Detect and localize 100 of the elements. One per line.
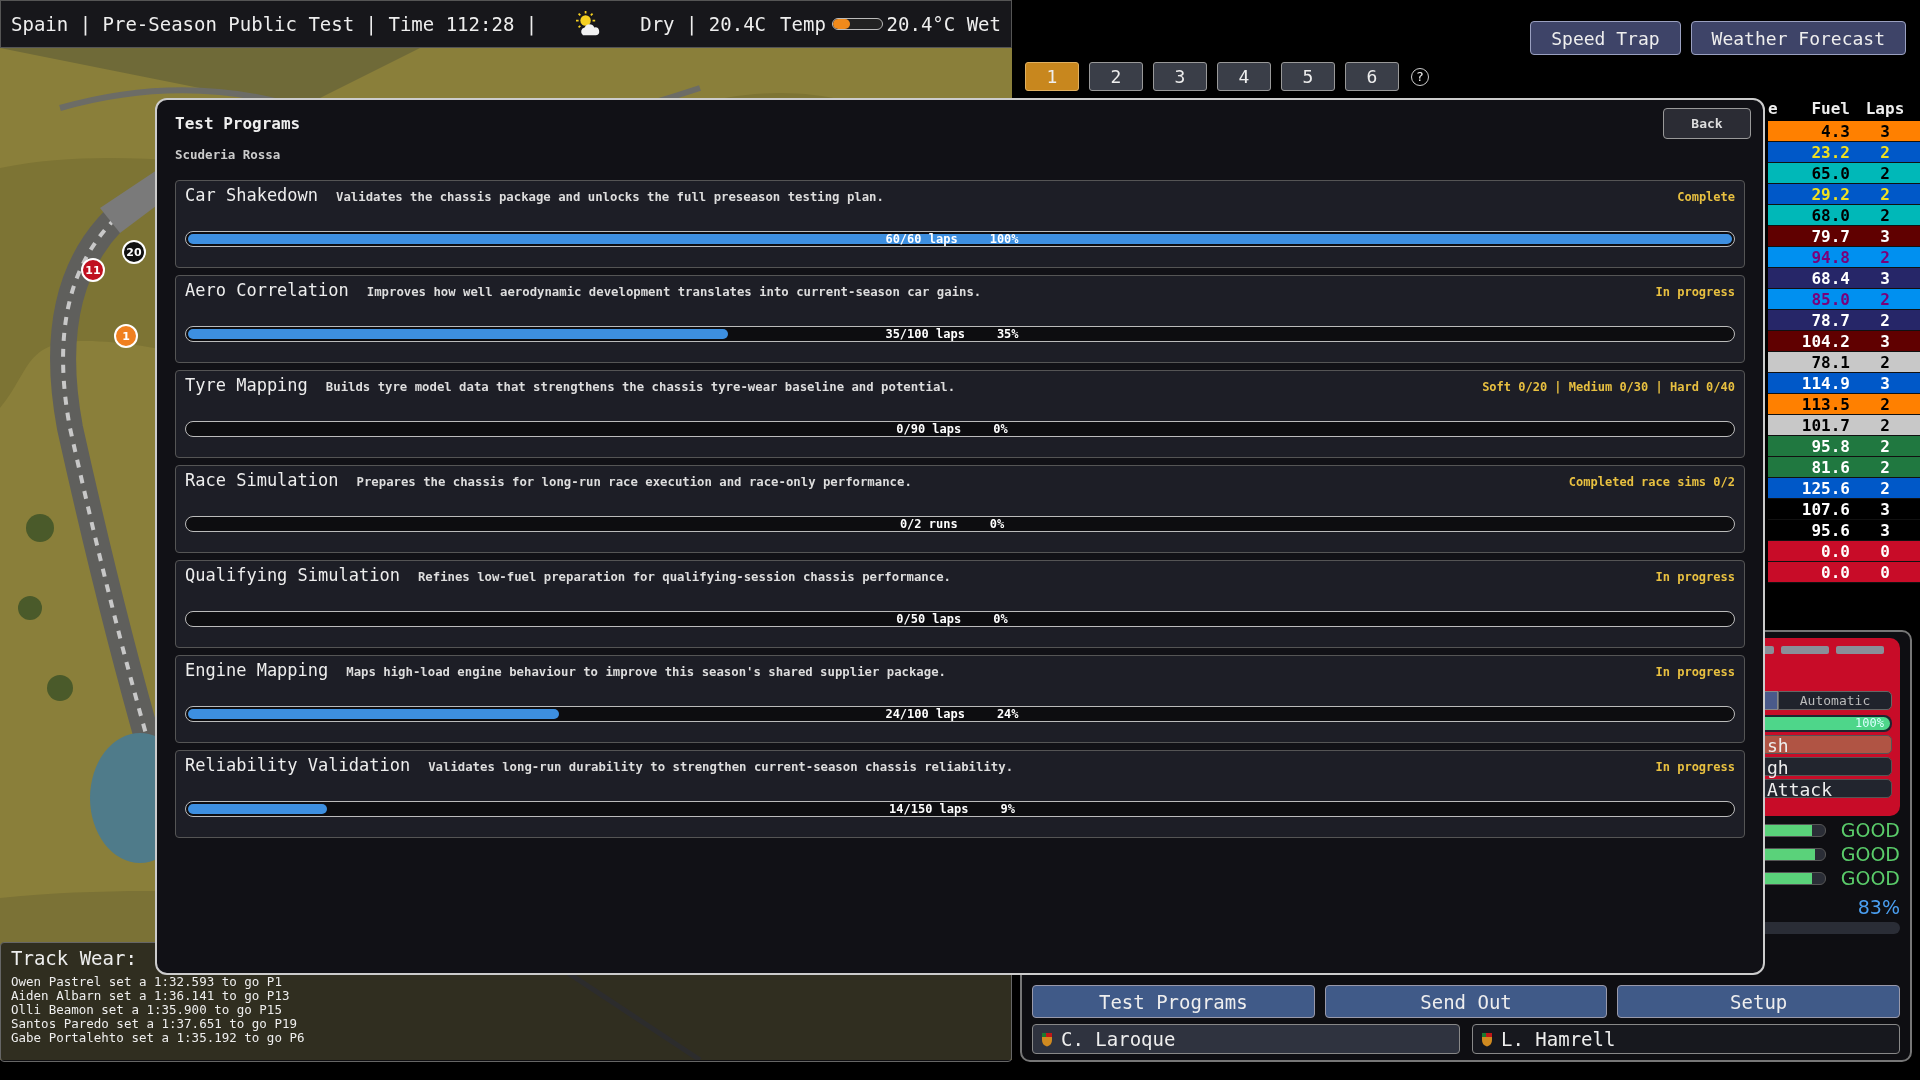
bar-reading: 100% [1855, 715, 1884, 732]
lap-log-line: Gabe Portalehto set a 1:35.192 to go P6 [11, 1031, 305, 1045]
progress-percent: 35% [996, 327, 1019, 341]
table-cell-text: 2 [1879, 436, 1891, 456]
session-info: Spain | Pre-Season Public Test | Time 112:28 | [11, 13, 538, 35]
table-cell-text: 125.6 [1800, 478, 1850, 498]
table-cell-text: 2 [1879, 394, 1891, 414]
table-cell-text: 107.6 [1800, 499, 1850, 519]
table-cell-text: 2 [1879, 247, 1891, 267]
table-cell-text: 3 [1879, 499, 1891, 519]
table-cell-text: 113.5 [1800, 394, 1850, 414]
lap-log-line: Owen Pastrel set a 1:32.593 to go P1 [11, 975, 282, 989]
tab[interactable]: 4 [1217, 62, 1271, 91]
table-cell-text: 79.7 [1810, 226, 1850, 246]
table-cell-text: 78.1 [1810, 352, 1850, 372]
table-cell-text: 78.7 [1810, 310, 1850, 330]
program-name: Engine Mapping [185, 660, 329, 680]
table-cell-text: 68.0 [1810, 205, 1850, 225]
table-cell-text: 0 [1879, 562, 1891, 582]
progress-text: 60/60 laps [885, 232, 958, 246]
action-button[interactable]: Test Programs [1032, 985, 1315, 1018]
indicator-dash [1781, 646, 1829, 654]
tab[interactable]: 3 [1153, 62, 1207, 91]
table-cell-text: 2 [1879, 310, 1891, 330]
table-cell-text: 65.0 [1810, 163, 1850, 183]
table-cell-text: 3 [1879, 226, 1891, 246]
table-cell-text: 2 [1879, 289, 1891, 309]
indicator-dash [1836, 646, 1884, 654]
progress-text: 35/100 laps [885, 327, 965, 341]
back-button[interactable]: Back [1663, 108, 1751, 139]
table-cell-text: 3 [1879, 121, 1891, 141]
tab[interactable]: 2 [1089, 62, 1143, 91]
driver-button[interactable]: L. Hamrell [1472, 1024, 1900, 1054]
program-name: Reliability Validation [185, 755, 411, 775]
driver-button[interactable]: C. Laroque [1032, 1024, 1460, 1054]
toolbar-button[interactable]: Speed Trap [1530, 21, 1681, 55]
table-cell-text: 3 [1879, 331, 1891, 351]
toolbar-button[interactable]: Weather Forecast [1690, 21, 1906, 55]
temp-slider[interactable] [831, 18, 883, 30]
program-name: Car Shakedown [185, 185, 319, 205]
program-description: Refines low-fuel preparation for qualifying-session chassis performance. [417, 570, 951, 584]
dialog-title: Test Programs [175, 114, 301, 133]
team-name: Scuderia Rossa [175, 147, 281, 162]
table-cell-text: 2 [1879, 352, 1891, 372]
column-header: e [1768, 98, 1779, 118]
program-status: In progress [1655, 570, 1735, 584]
table-cell-text: 4.3 [1820, 121, 1850, 141]
progress-percent: 100% [989, 232, 1019, 246]
condition-status: GOOD [1840, 843, 1900, 865]
table-cell-text: 0.0 [1820, 541, 1850, 561]
table-cell-text: 0 [1879, 541, 1891, 561]
table-cell-text: 29.2 [1810, 184, 1850, 204]
table-cell-text: 94.8 [1810, 247, 1850, 267]
table-cell-text: 104.2 [1800, 331, 1850, 351]
table-cell-text: 2 [1879, 457, 1891, 477]
program-name: Tyre Mapping [185, 375, 308, 395]
column-header: Fuel [1810, 98, 1850, 118]
table-cell-text: 3 [1879, 373, 1891, 393]
action-button[interactable]: Setup [1617, 985, 1900, 1018]
program-status: Completed race sims 0/2 [1568, 475, 1735, 489]
table-cell-text: 95.8 [1810, 436, 1850, 456]
overall-percent: 83% [1857, 896, 1900, 918]
progress-percent: 24% [996, 707, 1019, 721]
lap-log-line: Olli Beamon set a 1:35.900 to go P15 [11, 1003, 282, 1017]
mode-button[interactable]: Automatic [1778, 691, 1892, 710]
program-status: Complete [1677, 190, 1735, 204]
lap-log-line: Santos Paredo set a 1:37.651 to go P19 [11, 1017, 297, 1031]
table-cell-text: 114.9 [1800, 373, 1850, 393]
crest-icon [1041, 1031, 1053, 1047]
program-status: Soft 0/20 | Medium 0/30 | Hard 0/40 [1482, 380, 1735, 394]
table-cell-text: 85.0 [1810, 289, 1850, 309]
table-cell-text: 3 [1879, 520, 1891, 540]
program-description: Improves how well aerodynamic development translates into current-season car gains. [366, 285, 982, 299]
progress-text: 24/100 laps [885, 707, 965, 721]
column-header: Laps [1864, 98, 1906, 118]
table-cell-text: 0.0 [1820, 562, 1850, 582]
table-cell-text: 81.6 [1810, 457, 1850, 477]
table-cell-text: 95.6 [1810, 520, 1850, 540]
program-status: In progress [1655, 285, 1735, 299]
table-cell-text: 2 [1879, 142, 1891, 162]
table-cell-text: 2 [1879, 184, 1891, 204]
table-cell-text: 2 [1879, 205, 1891, 225]
tab[interactable]: 6 [1345, 62, 1399, 91]
temp-reading: 20.4°C Wet [886, 13, 1001, 35]
weather-text: Dry | 20.4C [640, 13, 767, 35]
program-name: Aero Correlation [185, 280, 349, 300]
program-description: Validates long-run durability to strengthen current-season chassis reliability. [428, 760, 1014, 774]
temp-label: Temp [780, 13, 826, 35]
action-button[interactable]: Send Out [1324, 985, 1608, 1018]
tab[interactable]: 5 [1281, 62, 1335, 91]
lap-log-line: Aiden Albarn set a 1:36.141 to go P13 [11, 989, 290, 1003]
program-description: Builds tyre model data that strengthens the chassis tyre-wear baseline and potential. [325, 380, 956, 394]
table-cell-text: 68.4 [1810, 268, 1850, 288]
table-cell-text: 23.2 [1810, 142, 1850, 162]
table-cell-text: 2 [1879, 415, 1891, 435]
program-description: Maps high-load engine behaviour to improve this season's shared supplier package. [346, 665, 946, 679]
condition-status: GOOD [1840, 819, 1900, 841]
table-cell-text: 2 [1879, 478, 1891, 498]
program-status: In progress [1655, 665, 1735, 679]
progress-percent: 9% [1000, 802, 1015, 816]
